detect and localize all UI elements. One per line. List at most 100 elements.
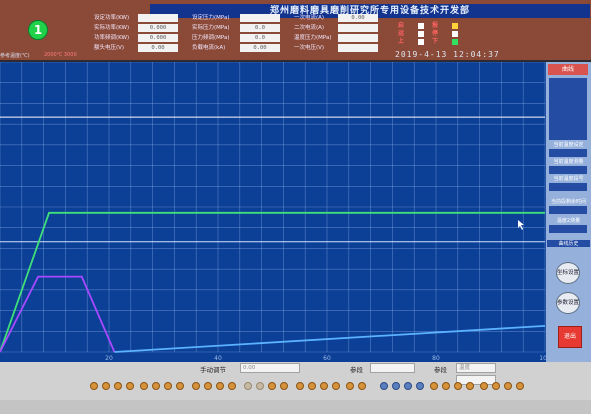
param-label: 负载电流(kA) — [192, 45, 226, 51]
indicator-label: 报 — [432, 22, 439, 29]
param-value[interactable] — [240, 14, 280, 22]
bottom-strip — [0, 400, 591, 414]
param-value: 0.000 — [138, 24, 178, 32]
indicator-light — [452, 23, 458, 29]
status-led — [430, 382, 438, 390]
current-remaining-value — [549, 206, 587, 214]
segment-label: 参段 — [434, 366, 447, 374]
status-box-2 — [456, 375, 496, 385]
indicator-light — [418, 23, 424, 29]
indicator-label: 运 — [398, 30, 405, 37]
param-value: 0.00 — [240, 44, 280, 52]
status-led — [126, 382, 134, 390]
header-panel: 郑州磨料磨具磨削研究所专用设备技术开发部 1 设定功率(KW) 实际功率(KW)… — [0, 0, 591, 60]
param-label: 一次电压(V) — [294, 45, 325, 51]
status-led — [216, 382, 224, 390]
param-label: 功率频调(KW) — [94, 35, 130, 41]
x-tick-label: 80 — [432, 355, 440, 362]
x-tick-label: 100 — [539, 355, 546, 362]
x-tick-label: 40 — [214, 355, 222, 362]
indicator-label: 下 — [432, 38, 439, 45]
param-value: 0.00 — [138, 44, 178, 52]
param-label: 额头电压(V) — [94, 45, 125, 51]
temp-meas-value — [549, 225, 587, 233]
ref-temp-value: 2000℃ 3000 — [44, 52, 77, 58]
status-led — [454, 382, 462, 390]
status-led — [492, 382, 500, 390]
status-led — [358, 382, 366, 390]
current-temp-set-value — [549, 149, 587, 157]
param-value: 0.0 — [240, 24, 280, 32]
status-led — [176, 382, 184, 390]
status-led — [102, 382, 110, 390]
status-led — [256, 382, 264, 390]
param-value: 0.000 — [138, 34, 178, 42]
param-label: 设定压力(MPa) — [192, 15, 230, 21]
param-label: 实际功率(KW) — [94, 25, 130, 31]
status-led — [228, 382, 236, 390]
mode-label: 手动调节 — [200, 366, 226, 374]
indicator-light — [452, 39, 458, 45]
coordinate-settings-button[interactable]: 坐标设置 — [556, 262, 580, 284]
status-led — [332, 382, 340, 390]
status-led — [114, 382, 122, 390]
parameter-settings-button[interactable]: 参数设置 — [556, 292, 580, 314]
indicator-light — [452, 31, 458, 37]
status-led — [416, 382, 424, 390]
panel-header: 曲线 — [548, 64, 588, 75]
status-led — [244, 382, 252, 390]
param-label: 实际压力(MPa) — [192, 25, 230, 31]
param-label: 设定功率(KW) — [94, 15, 130, 21]
status-led — [90, 382, 98, 390]
curve-history-button[interactable]: 曲线历史 — [547, 240, 590, 247]
param-value[interactable] — [138, 14, 178, 22]
status-led — [346, 382, 354, 390]
param-value — [338, 44, 378, 52]
exit-button[interactable]: 退出 — [558, 326, 582, 348]
status-led — [308, 382, 316, 390]
status-led — [280, 382, 288, 390]
x-tick-label: 20 — [105, 355, 113, 362]
indicator-label: 上 — [398, 38, 405, 45]
segment-value[interactable] — [370, 363, 415, 373]
status-led — [404, 382, 412, 390]
status-light: 1 — [28, 20, 48, 40]
indicator-light — [418, 39, 424, 45]
status-led — [164, 382, 172, 390]
current-temp-meas-label: 当前温度测量 — [553, 159, 584, 165]
mode-value[interactable]: 0.00 — [240, 363, 300, 373]
ref-temp-label: 参考温度(℃) — [0, 53, 30, 59]
indicator-label: 停 — [432, 30, 439, 37]
series-line — [114, 325, 546, 353]
param-label: 二次电流(A) — [294, 25, 325, 31]
status-led — [192, 382, 200, 390]
status-led — [296, 382, 304, 390]
chart-area: 20 40 60 80 100 — [0, 62, 546, 362]
status-led — [442, 382, 450, 390]
current-temp-set-label: 当前温度设定 — [553, 142, 584, 148]
indicator-light — [418, 31, 424, 37]
status-led — [392, 382, 400, 390]
param-label: 压力频调(MPa) — [192, 35, 230, 41]
screen: 郑州磨料磨具磨削研究所专用设备技术开发部 1 设定功率(KW) 实际功率(KW)… — [0, 0, 591, 414]
status-box: 温度 — [456, 363, 496, 373]
param-value: 0.00 — [338, 14, 378, 22]
x-tick-label: 60 — [323, 355, 331, 362]
status-led — [380, 382, 388, 390]
param-label: 一次电流(A) — [294, 15, 325, 21]
info-box — [549, 78, 587, 140]
segment-label: 参段 — [350, 366, 363, 374]
param-label: 温度压力(MPa) — [294, 35, 332, 41]
datetime-display: 2019-4-13 12:04:37 — [395, 50, 500, 59]
param-value — [338, 24, 378, 32]
param-value — [338, 34, 378, 42]
current-temp-seg-value — [549, 183, 587, 191]
status-led — [268, 382, 276, 390]
right-panel: 曲线 当前温度设定 当前温度测量 当前温度段号 当前段剩余时间 温度2测量 曲线… — [546, 62, 591, 362]
status-led — [480, 382, 488, 390]
status-led — [516, 382, 524, 390]
current-temp-meas-value — [549, 166, 587, 174]
series-line — [0, 275, 116, 353]
current-temp-seg-label: 当前温度段号 — [553, 176, 584, 182]
status-led — [466, 382, 474, 390]
